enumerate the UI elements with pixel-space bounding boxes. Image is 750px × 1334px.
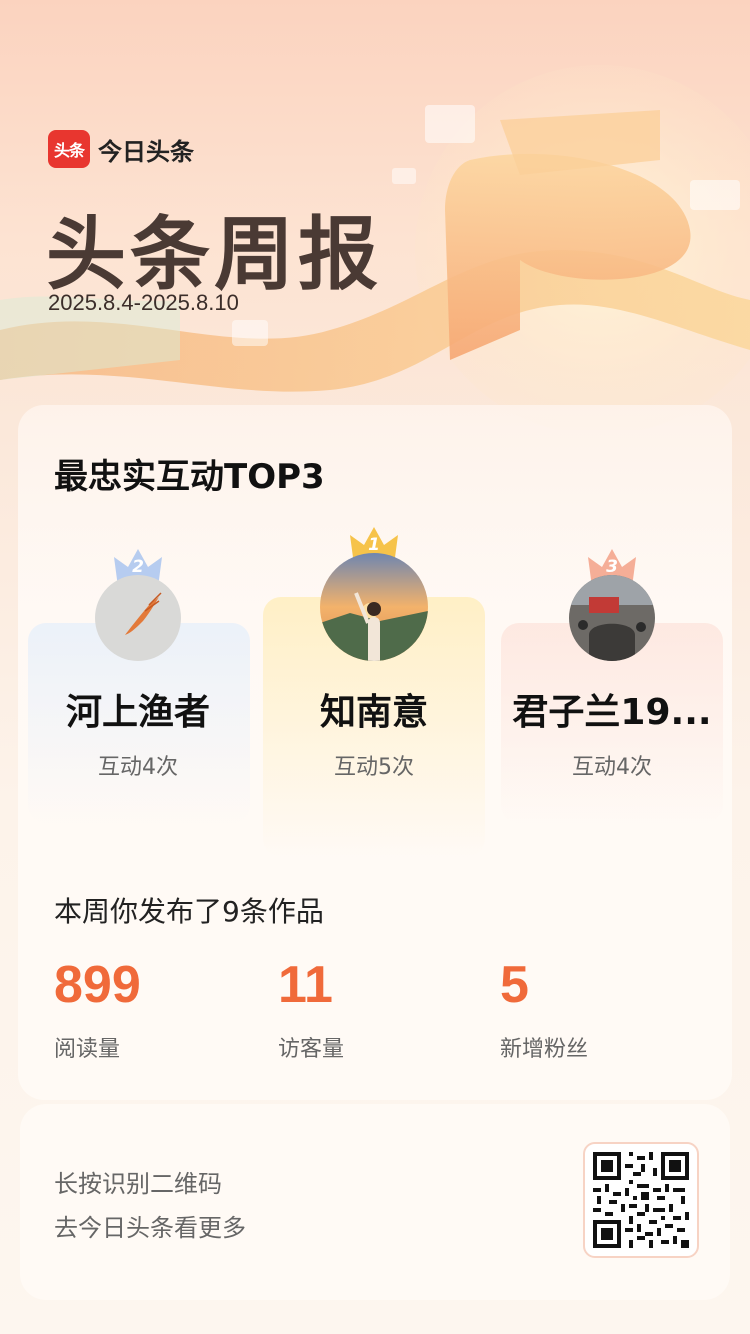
avatar[interactable] [320, 553, 428, 661]
stat-new-followers: 5 新增粉丝 [500, 955, 588, 1063]
qr-hint-line1: 长按识别二维码 [54, 1170, 222, 1198]
top-fan-1[interactable]: 1 知南意 互动5次 [254, 523, 494, 781]
page-title: 头条周报 [46, 208, 382, 301]
rank-number: 2 [132, 557, 144, 577]
date-range: 2025.8.4-2025.8.10 [48, 290, 239, 315]
avatar[interactable] [569, 575, 655, 661]
stat-value: 899 [54, 956, 141, 1014]
top-fan-3[interactable]: 3 君子兰19... 互动4次 [492, 545, 732, 781]
qr-code[interactable] [583, 1142, 699, 1258]
publish-summary: 本周你发布了9条作品 [54, 895, 324, 928]
qr-hint-line2: 去今日头条看更多 [54, 1214, 246, 1242]
rank-number: 1 [368, 535, 380, 555]
qr-code-icon [593, 1152, 689, 1248]
avatar[interactable] [95, 575, 181, 661]
footer-card: 长按识别二维码 去今日头条看更多 [20, 1104, 730, 1300]
interaction-count: 互动5次 [334, 755, 414, 780]
app-logo: 头条 [48, 130, 90, 168]
stat-visitors: 11 访客量 [278, 955, 344, 1063]
brand-header: 头条 今日头条 [48, 130, 194, 168]
stat-label: 阅读量 [54, 1037, 121, 1062]
user-name: 河上渔者 [65, 692, 210, 733]
interaction-count: 互动4次 [98, 755, 178, 780]
user-name: 知南意 [319, 692, 428, 733]
weekly-report-page: 头条 今日头条 头条周报 2025.8.4-2025.8.10 最忠实互动TOP… [0, 0, 750, 1334]
interaction-count: 互动4次 [572, 755, 652, 780]
stat-label: 访客量 [278, 1037, 345, 1062]
rank-number: 3 [606, 557, 618, 577]
top-fan-2[interactable]: 2 河上渔者 互动4次 [18, 545, 258, 781]
user-name: 君子兰19... [512, 692, 712, 733]
stat-value: 5 [500, 956, 529, 1014]
stat-label: 新增粉丝 [500, 1037, 589, 1062]
app-name: 今日头条 [98, 137, 194, 166]
stats-card: 最忠实互动TOP3 2 河上渔者 互动4次 1 知南意 互动5次 3 君子兰19… [18, 405, 732, 1100]
stat-value: 11 [278, 956, 333, 1014]
stat-reads: 899 阅读量 [54, 955, 141, 1063]
top3-title: 最忠实互动TOP3 [54, 457, 325, 497]
